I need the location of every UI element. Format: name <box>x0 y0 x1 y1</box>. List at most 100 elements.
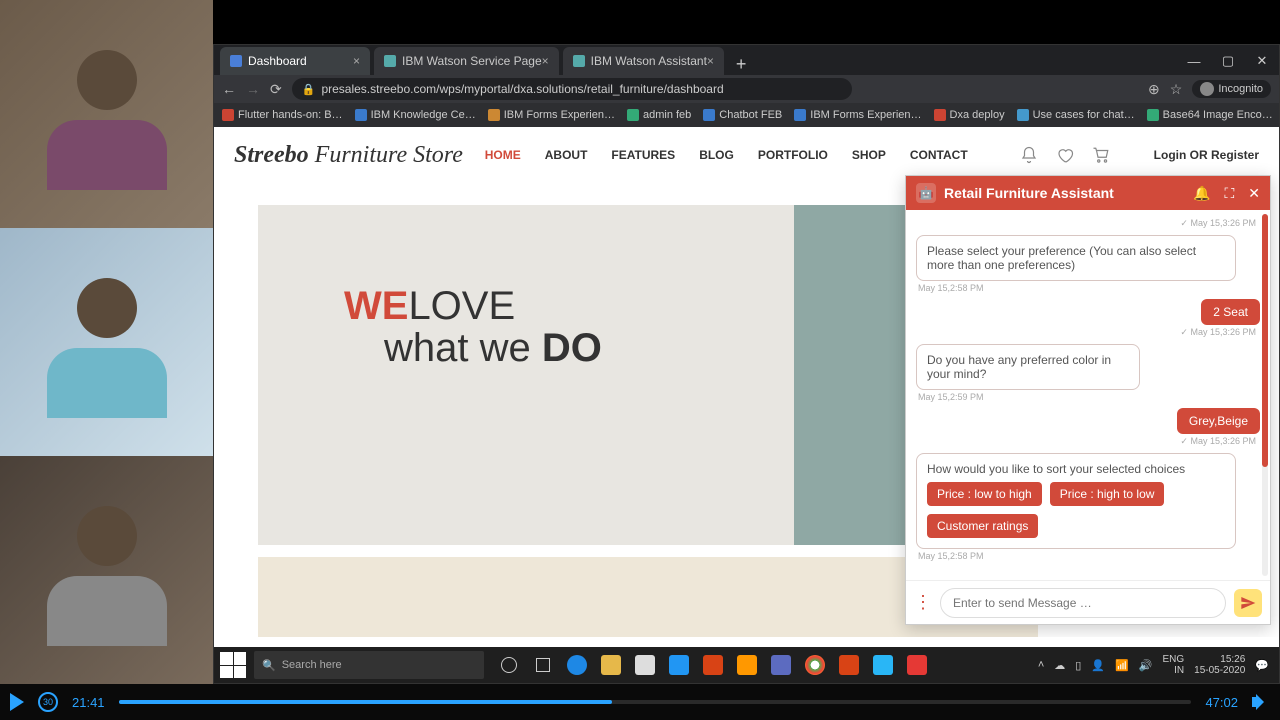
nav-features[interactable]: FEATURES <box>611 148 675 162</box>
browser-tab-2[interactable]: IBM Watson Service Page × <box>374 47 559 75</box>
powerpoint-icon[interactable] <box>834 650 864 680</box>
recording-icon[interactable] <box>902 650 932 680</box>
chat-expand-icon[interactable]: ⛶ <box>1224 185 1234 202</box>
chat-input[interactable] <box>940 588 1226 618</box>
timestamp: ✓ May 15,3:26 PM <box>916 218 1256 229</box>
site-logo[interactable]: Streebo Furniture Store <box>234 142 463 169</box>
tray-battery-icon[interactable]: ▯ <box>1075 659 1081 672</box>
sort-option-high-low[interactable]: Price : high to low <box>1050 482 1165 506</box>
taskview-icon[interactable] <box>494 650 524 680</box>
current-time: 21:41 <box>72 695 105 710</box>
bookmark-item[interactable]: IBM Forms Experien… <box>794 109 921 121</box>
skip-back-button[interactable]: 30 <box>38 692 58 712</box>
timestamp: May 15,2:59 PM <box>918 392 1260 402</box>
tray-chevron-icon[interactable]: ˄ <box>1038 659 1044 671</box>
search-placeholder: Search here <box>282 659 342 671</box>
bookmark-item[interactable]: admin feb <box>627 109 691 121</box>
store-icon[interactable] <box>630 650 660 680</box>
incognito-badge[interactable]: Incognito <box>1192 80 1271 98</box>
app-icon-2[interactable] <box>732 650 762 680</box>
play-button[interactable] <box>10 693 24 711</box>
nav-blog[interactable]: BLOG <box>699 148 734 162</box>
edge-icon[interactable] <box>562 650 592 680</box>
chat-close-icon[interactable]: ✕ <box>1248 185 1260 202</box>
tray-people-icon[interactable]: 👤 <box>1091 659 1105 672</box>
teams-icon[interactable] <box>766 650 796 680</box>
tray-notifications-icon[interactable]: 💬 <box>1255 659 1269 672</box>
bookmark-item[interactable]: IBM Forms Experien… <box>488 109 615 121</box>
reload-button[interactable]: ⟳ <box>270 81 282 98</box>
new-tab-button[interactable]: + <box>728 54 755 75</box>
explorer-icon[interactable] <box>596 650 626 680</box>
browser-window: Dashboard × IBM Watson Service Page × IB… <box>213 44 1280 684</box>
tab-label: IBM Watson Service Page <box>402 54 542 68</box>
tray-language[interactable]: ENGIN <box>1162 654 1184 676</box>
nav-home[interactable]: HOME <box>485 148 521 162</box>
timestamp: May 15,2:58 PM <box>918 551 1260 561</box>
participant-video-3 <box>0 456 213 684</box>
bookmark-item[interactable]: Flutter hands-on: B… <box>222 109 343 121</box>
favicon-icon <box>230 55 242 67</box>
url-bar: ← → ⟳ 🔒 presales.streebo.com/wps/myporta… <box>214 75 1279 103</box>
tab-close-icon[interactable]: × <box>707 54 714 68</box>
chrome-icon[interactable] <box>800 650 830 680</box>
tray-cloud-icon[interactable]: ☁ <box>1054 659 1065 672</box>
chatbot-header: 🤖 Retail Furniture Assistant 🔔 ⛶ ✕ <box>906 176 1270 210</box>
bell-icon[interactable] <box>1020 146 1038 164</box>
nav-about[interactable]: ABOUT <box>545 148 588 162</box>
tab-close-icon[interactable]: × <box>353 54 360 68</box>
extension-icon[interactable]: ⊕ <box>1148 81 1160 98</box>
chat-scrollbar[interactable] <box>1262 214 1268 576</box>
participant-video-2 <box>0 228 213 456</box>
incognito-icon <box>1200 82 1214 96</box>
window-controls: — ▢ ✕ <box>1177 47 1279 75</box>
bot-choice-card: How would you like to sort your selected… <box>916 453 1236 549</box>
bookmark-item[interactable]: Chatbot FEB <box>703 109 782 121</box>
cortana-icon[interactable] <box>528 650 558 680</box>
hero-text: WELOVE what we DO <box>344 285 602 369</box>
video-column <box>0 0 213 684</box>
bookmark-item[interactable]: Base64 Image Enco… <box>1147 109 1273 121</box>
tray-sound-icon[interactable]: 🔊 <box>1139 659 1153 672</box>
address-bar[interactable]: 🔒 presales.streebo.com/wps/myportal/dxa.… <box>292 78 852 100</box>
progress-bar[interactable] <box>119 700 1192 704</box>
start-button[interactable] <box>220 652 246 678</box>
chat-send-button[interactable] <box>1234 589 1262 617</box>
bookmark-item[interactable]: Use cases for chat… <box>1017 109 1135 121</box>
lock-icon: 🔒 <box>302 83 316 96</box>
mail-icon[interactable] <box>664 650 694 680</box>
maximize-button[interactable]: ▢ <box>1211 47 1245 75</box>
star-icon[interactable]: ☆ <box>1170 81 1183 98</box>
nav-contact[interactable]: CONTACT <box>910 148 968 162</box>
tab-label: Dashboard <box>248 54 307 68</box>
volume-icon[interactable] <box>1252 693 1270 711</box>
tab-strip: Dashboard × IBM Watson Service Page × IB… <box>214 45 1279 75</box>
tab-close-icon[interactable]: × <box>542 54 549 68</box>
chatbot-title: Retail Furniture Assistant <box>944 185 1179 201</box>
nav-shop[interactable]: SHOP <box>852 148 886 162</box>
taskbar-search[interactable]: 🔍 Search here <box>254 651 484 679</box>
close-button[interactable]: ✕ <box>1245 47 1279 75</box>
nav-back-button[interactable]: ← <box>222 81 236 97</box>
search-icon: 🔍 <box>262 659 276 672</box>
browser-tab-1[interactable]: Dashboard × <box>220 47 370 75</box>
heart-icon[interactable] <box>1056 146 1074 164</box>
login-link[interactable]: Login OR Register <box>1154 148 1259 162</box>
tray-wifi-icon[interactable]: 📶 <box>1115 659 1129 672</box>
cart-icon[interactable] <box>1092 146 1110 164</box>
nav-forward-button[interactable]: → <box>246 81 260 97</box>
bookmark-item[interactable]: Dxa deploy <box>934 109 1005 121</box>
sort-option-ratings[interactable]: Customer ratings <box>927 514 1038 538</box>
windows-taskbar: 🔍 Search here ˄ ☁ ▯ <box>214 647 1279 683</box>
chat-menu-icon[interactable]: ⋮ <box>914 592 932 613</box>
app-icon-1[interactable] <box>698 650 728 680</box>
bookmark-item[interactable]: IBM Knowledge Ce… <box>355 109 476 121</box>
nav-portfolio[interactable]: PORTFOLIO <box>758 148 828 162</box>
tray-clock[interactable]: 15:2615-05-2020 <box>1194 654 1245 676</box>
chat-bell-icon[interactable]: 🔔 <box>1193 185 1210 202</box>
sort-option-low-high[interactable]: Price : low to high <box>927 482 1042 506</box>
browser-tab-3[interactable]: IBM Watson Assistant × <box>563 47 724 75</box>
favicon-icon <box>384 55 396 67</box>
app-icon-3[interactable] <box>868 650 898 680</box>
minimize-button[interactable]: — <box>1177 47 1211 75</box>
